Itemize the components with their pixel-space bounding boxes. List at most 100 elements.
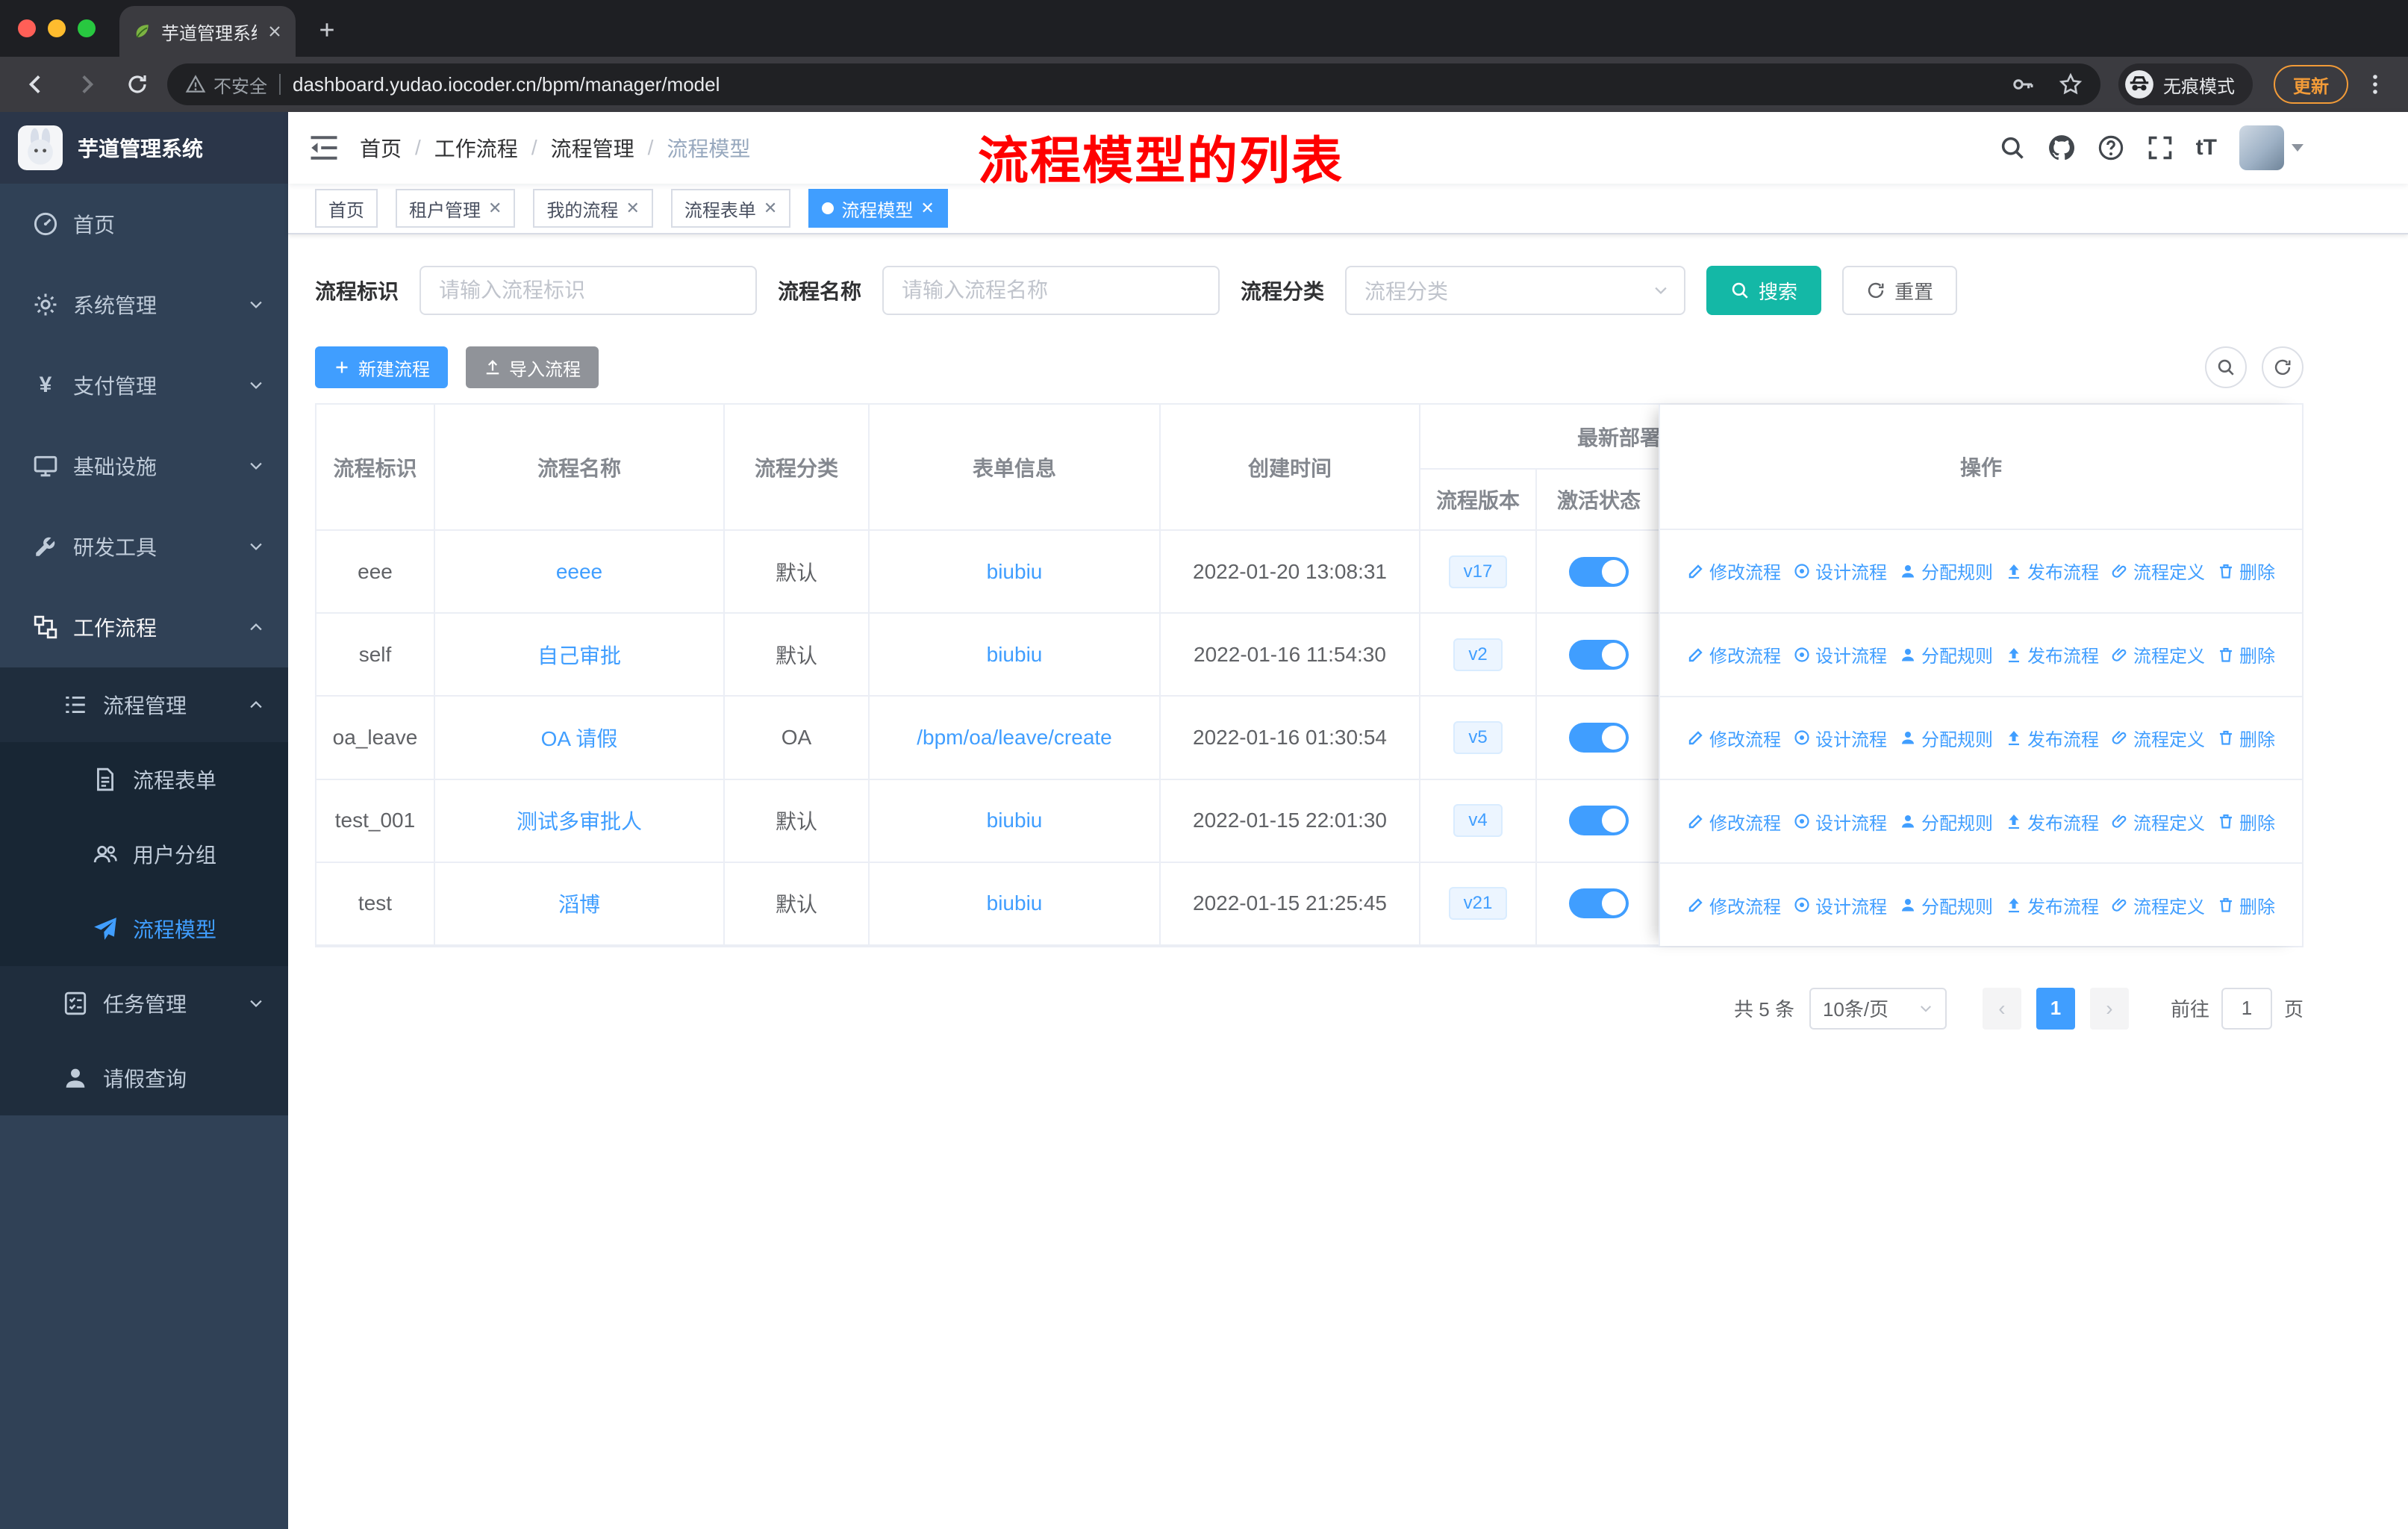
form-link[interactable]: biubiu bbox=[987, 891, 1043, 915]
publish-process-link[interactable]: 发布流程 bbox=[2005, 892, 2099, 918]
publish-process-link[interactable]: 发布流程 bbox=[2005, 558, 2099, 584]
design-process-link[interactable]: 设计流程 bbox=[1793, 725, 1887, 751]
breadcrumb-workflow[interactable]: 工作流程 bbox=[434, 133, 518, 163]
app-logo[interactable]: 芋道管理系统 bbox=[0, 112, 288, 184]
publish-process-link[interactable]: 发布流程 bbox=[2005, 725, 2099, 751]
browser-update-button[interactable]: 更新 bbox=[2274, 65, 2348, 104]
font-size-icon[interactable]: tT bbox=[2196, 135, 2217, 161]
category-select[interactable]: 流程分类 bbox=[1345, 266, 1686, 315]
publish-process-link[interactable]: 发布流程 bbox=[2005, 641, 2099, 667]
fullscreen-icon[interactable] bbox=[2147, 134, 2174, 161]
process-name-link[interactable]: 自己审批 bbox=[537, 644, 621, 667]
window-close-button[interactable] bbox=[18, 19, 36, 37]
search-icon[interactable] bbox=[1999, 134, 2026, 161]
sidebar-item-workflow[interactable]: 工作流程 bbox=[0, 587, 288, 667]
user-menu[interactable] bbox=[2239, 125, 2303, 170]
process-definition-link[interactable]: 流程定义 bbox=[2111, 641, 2205, 667]
modify-process-link[interactable]: 修改流程 bbox=[1687, 892, 1781, 918]
tag-close-icon[interactable]: ✕ bbox=[626, 200, 639, 217]
key-icon[interactable] bbox=[2011, 72, 2035, 96]
status-toggle[interactable] bbox=[1569, 722, 1629, 753]
process-definition-link[interactable]: 流程定义 bbox=[2111, 558, 2205, 584]
create-process-button[interactable]: 新建流程 bbox=[315, 346, 448, 388]
process-definition-link[interactable]: 流程定义 bbox=[2111, 809, 2205, 835]
browser-menu-button[interactable] bbox=[2357, 72, 2393, 96]
sidebar-item-task-manage[interactable]: 任务管理 bbox=[0, 966, 288, 1041]
form-link[interactable]: biubiu bbox=[987, 643, 1043, 666]
page-size-select[interactable]: 10条/页 bbox=[1809, 987, 1947, 1030]
tag-process-form[interactable]: 流程表单 ✕ bbox=[670, 189, 791, 228]
assign-rule-link[interactable]: 分配规则 bbox=[1899, 892, 1993, 918]
process-name-link[interactable]: 测试多审批人 bbox=[517, 810, 642, 833]
page-number-button[interactable]: 1 bbox=[2036, 987, 2075, 1030]
design-process-link[interactable]: 设计流程 bbox=[1793, 558, 1887, 584]
security-indicator[interactable]: 不安全 bbox=[185, 72, 267, 98]
tag-close-icon[interactable]: ✕ bbox=[764, 200, 777, 217]
process-name-link[interactable]: eeee bbox=[556, 560, 602, 583]
process-id-input[interactable] bbox=[419, 266, 758, 315]
breadcrumb-home[interactable]: 首页 bbox=[360, 133, 402, 163]
sidebar-collapse-icon[interactable] bbox=[309, 133, 339, 163]
delete-process-link[interactable]: 删除 bbox=[2217, 558, 2275, 584]
tag-close-icon[interactable]: ✕ bbox=[920, 200, 934, 217]
tag-my-process[interactable]: 我的流程 ✕ bbox=[533, 189, 653, 228]
tag-tenant[interactable]: 租户管理 ✕ bbox=[396, 189, 516, 228]
sidebar-item-process-form[interactable]: 流程表单 bbox=[0, 742, 288, 817]
modify-process-link[interactable]: 修改流程 bbox=[1687, 558, 1781, 584]
tag-process-model[interactable]: 流程模型 ✕ bbox=[808, 189, 948, 228]
next-page-button[interactable]: › bbox=[2089, 987, 2129, 1030]
sidebar-item-leave-query[interactable]: 请假查询 bbox=[0, 1041, 288, 1115]
process-definition-link[interactable]: 流程定义 bbox=[2111, 725, 2205, 751]
assign-rule-link[interactable]: 分配规则 bbox=[1899, 809, 1993, 835]
modify-process-link[interactable]: 修改流程 bbox=[1687, 809, 1781, 835]
process-definition-link[interactable]: 流程定义 bbox=[2111, 892, 2205, 918]
status-toggle[interactable] bbox=[1569, 556, 1629, 587]
github-icon[interactable] bbox=[2048, 134, 2075, 161]
status-toggle[interactable] bbox=[1569, 806, 1629, 836]
window-minimize-button[interactable] bbox=[48, 19, 66, 37]
form-link[interactable]: /bpm/oa/leave/create bbox=[917, 726, 1112, 749]
tag-home[interactable]: 首页 bbox=[315, 189, 378, 228]
breadcrumb-process-manage[interactable]: 流程管理 bbox=[551, 133, 634, 163]
toggle-search-button[interactable] bbox=[2205, 346, 2247, 388]
back-button[interactable] bbox=[15, 63, 57, 105]
design-process-link[interactable]: 设计流程 bbox=[1793, 892, 1887, 918]
publish-process-link[interactable]: 发布流程 bbox=[2005, 809, 2099, 835]
sidebar-item-system[interactable]: 系统管理 bbox=[0, 264, 288, 345]
delete-process-link[interactable]: 删除 bbox=[2217, 641, 2275, 667]
design-process-link[interactable]: 设计流程 bbox=[1793, 641, 1887, 667]
refresh-table-button[interactable] bbox=[2262, 346, 2303, 388]
delete-process-link[interactable]: 删除 bbox=[2217, 725, 2275, 751]
assign-rule-link[interactable]: 分配规则 bbox=[1899, 725, 1993, 751]
sidebar-item-process-model[interactable]: 流程模型 bbox=[0, 891, 288, 966]
sidebar-item-payment[interactable]: ¥ 支付管理 bbox=[0, 345, 288, 426]
window-zoom-button[interactable] bbox=[78, 19, 96, 37]
form-link[interactable]: biubiu bbox=[987, 809, 1043, 832]
process-name-link[interactable]: OA 请假 bbox=[541, 727, 618, 750]
sidebar-item-process-manage[interactable]: 流程管理 bbox=[0, 667, 288, 742]
modify-process-link[interactable]: 修改流程 bbox=[1687, 725, 1781, 751]
prev-page-button[interactable]: ‹ bbox=[1982, 987, 2021, 1030]
delete-process-link[interactable]: 删除 bbox=[2217, 809, 2275, 835]
tab-close-icon[interactable] bbox=[266, 22, 284, 40]
process-name-input[interactable] bbox=[882, 266, 1220, 315]
browser-tab[interactable]: 芋道管理系统 bbox=[119, 6, 296, 57]
assign-rule-link[interactable]: 分配规则 bbox=[1899, 558, 1993, 584]
bookmark-star-icon[interactable] bbox=[2059, 72, 2083, 96]
reset-button[interactable]: 重置 bbox=[1842, 266, 1958, 315]
status-toggle[interactable] bbox=[1569, 888, 1629, 919]
goto-page-input[interactable] bbox=[2221, 987, 2272, 1030]
search-button[interactable]: 搜索 bbox=[1706, 266, 1822, 315]
modify-process-link[interactable]: 修改流程 bbox=[1687, 641, 1781, 667]
new-tab-button[interactable] bbox=[305, 7, 349, 52]
help-icon[interactable] bbox=[2097, 134, 2124, 161]
assign-rule-link[interactable]: 分配规则 bbox=[1899, 641, 1993, 667]
process-name-link[interactable]: 滔博 bbox=[558, 893, 600, 916]
form-link[interactable]: biubiu bbox=[987, 560, 1043, 583]
sidebar-item-devtools[interactable]: 研发工具 bbox=[0, 506, 288, 587]
import-process-button[interactable]: 导入流程 bbox=[466, 346, 599, 388]
incognito-profile-chip[interactable]: 无痕模式 bbox=[2118, 63, 2253, 105]
sidebar-item-infrastructure[interactable]: 基础设施 bbox=[0, 426, 288, 506]
delete-process-link[interactable]: 删除 bbox=[2217, 892, 2275, 918]
reload-button[interactable] bbox=[116, 63, 158, 105]
